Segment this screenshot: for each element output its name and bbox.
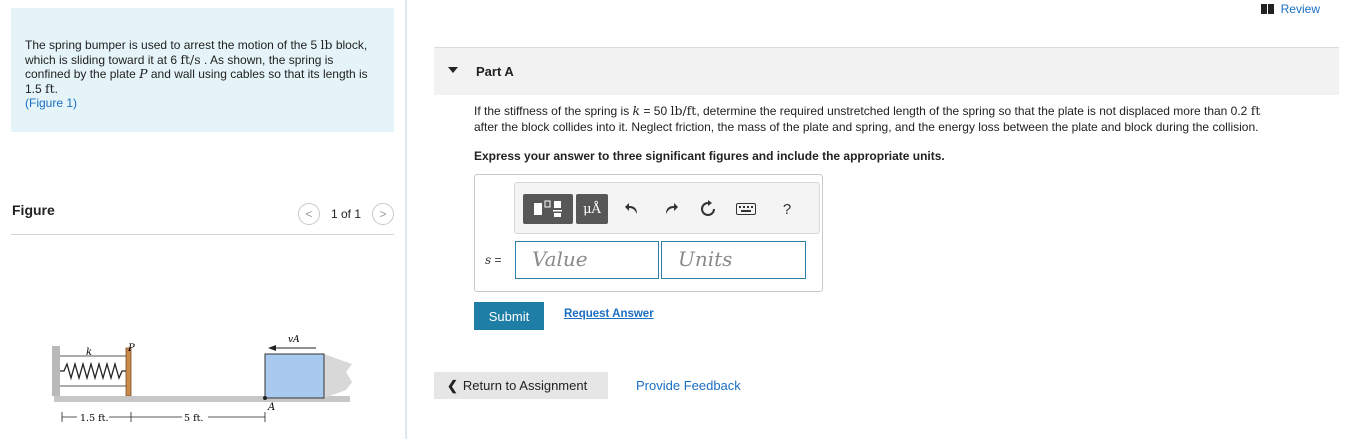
answer-instruction: Express your answer to three significant…: [474, 149, 945, 163]
variable-P: P: [139, 66, 148, 81]
keyboard-icon: [736, 203, 756, 215]
units-button[interactable]: μÅ: [576, 194, 608, 224]
templates-button[interactable]: [523, 194, 573, 224]
collapse-caret-icon[interactable]: [448, 67, 458, 73]
return-label: Return to Assignment: [462, 378, 588, 393]
answer-equals: =: [491, 253, 502, 267]
problem-statement: The spring bumper is used to arrest the …: [11, 8, 394, 132]
wall: [52, 346, 60, 396]
value-input[interactable]: Value: [515, 241, 659, 279]
block-shadow: [324, 354, 352, 398]
variable-k: k: [632, 103, 641, 118]
block-A: [264, 353, 325, 399]
keyboard-button[interactable]: [733, 194, 759, 224]
label-length-1: 1.5 ft.: [80, 413, 108, 424]
velocity-arrow-head: [268, 345, 276, 351]
reset-icon: [701, 200, 715, 216]
submit-button[interactable]: Submit: [474, 302, 544, 330]
help-button[interactable]: ?: [777, 194, 797, 224]
label-length-2: 5 ft.: [184, 413, 203, 424]
unit-lb-per-ft: lb/ft: [670, 103, 697, 118]
help-label: ?: [782, 200, 792, 218]
review-label: Review: [1280, 2, 1320, 16]
units-input[interactable]: Units: [661, 241, 806, 279]
redo-icon: [666, 203, 678, 214]
next-figure-button[interactable]: >: [372, 203, 394, 225]
value-placeholder: Value: [532, 247, 588, 271]
label-vA: vA: [288, 335, 300, 345]
question-text-2: = 50: [640, 104, 671, 118]
unit-lb: lb: [320, 37, 333, 52]
plate-P: [125, 347, 132, 397]
undo-icon: [625, 203, 637, 214]
figure-page-indicator: 1 of 1: [330, 207, 361, 221]
part-label: Part A: [476, 64, 514, 79]
chevron-left-icon: ❮: [447, 377, 458, 393]
spring: [60, 361, 126, 381]
return-to-assignment-button[interactable]: ❮ Return to Assignment: [434, 372, 608, 399]
problem-text-5: .: [54, 81, 59, 96]
request-answer-link[interactable]: Request Answer: [564, 308, 654, 320]
answer-variable-label: s =: [485, 253, 502, 267]
redo-button[interactable]: [658, 194, 682, 224]
problem-text-1: The spring bumper is used to arrest the …: [25, 38, 321, 52]
left-panel: The spring bumper is used to arrest the …: [0, 0, 407, 439]
unit-ft: ft: [1250, 103, 1261, 118]
question-text-4: after the block collides into it. Neglec…: [474, 119, 1259, 134]
label-P: P: [127, 343, 135, 354]
part-a-header[interactable]: Part A: [434, 47, 1339, 95]
figure-pager: < 1 of 1 >: [297, 203, 394, 225]
provide-feedback-link[interactable]: Provide Feedback: [636, 378, 741, 393]
figure-title: Figure: [12, 202, 55, 218]
label-A: A: [267, 402, 275, 413]
review-link[interactable]: Review: [1260, 2, 1320, 16]
figure-diagram: k P vA A 1.5 ft. 5 ft.: [52, 335, 352, 424]
units-button-label: μÅ: [583, 201, 601, 217]
answer-box: μÅ ? s = Value Units: [474, 174, 823, 292]
units-placeholder: Units: [678, 247, 733, 271]
templates-icon: [534, 200, 562, 217]
question-text-1: If the stiffness of the spring is: [474, 104, 633, 118]
math-toolbar: μÅ ?: [514, 182, 820, 234]
unit-ft: ft: [45, 80, 55, 96]
figure-link[interactable]: (Figure 1): [25, 96, 77, 110]
question-text: If the stiffness of the spring is k = 50…: [474, 103, 1339, 135]
reset-button[interactable]: [695, 194, 721, 224]
point-A: [263, 396, 267, 400]
figure-header: Figure < 1 of 1 >: [11, 200, 394, 235]
label-k: k: [86, 347, 92, 358]
book-icon: [1260, 4, 1274, 14]
undo-button[interactable]: [621, 194, 645, 224]
unit-ft-per-s: ft/s: [180, 51, 201, 67]
prev-figure-button[interactable]: <: [297, 203, 320, 225]
question-text-3: , determine the required unstretched len…: [696, 104, 1251, 118]
